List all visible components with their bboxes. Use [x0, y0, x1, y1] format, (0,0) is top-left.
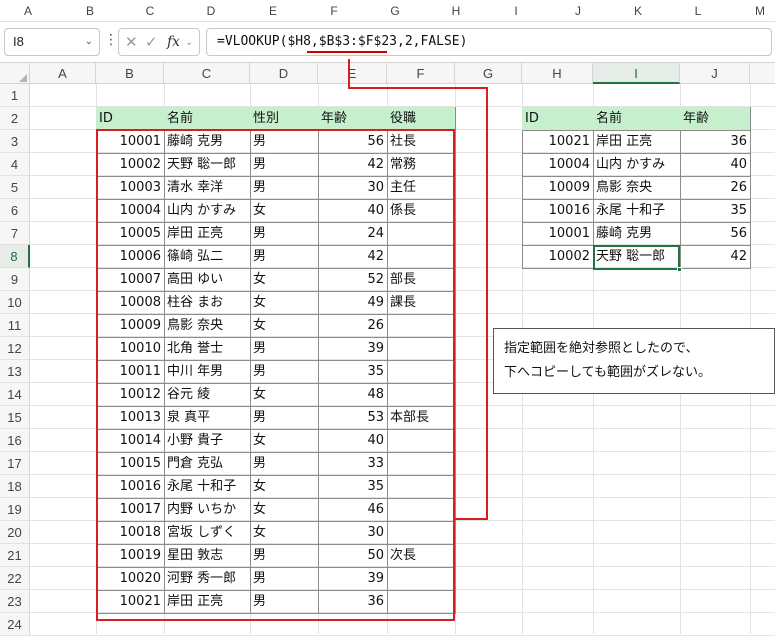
outer-column-letter: D	[206, 4, 216, 18]
table-cell[interactable]: 永尾 十和子	[593, 199, 681, 223]
row-header-9[interactable]: 9	[0, 268, 30, 291]
confirm-icon[interactable]: ✓	[145, 33, 158, 51]
table-cell[interactable]: 42	[680, 245, 751, 269]
table-header-cell[interactable]: ID	[522, 107, 594, 131]
row-header-22[interactable]: 22	[0, 567, 30, 590]
select-all-triangle-icon	[19, 74, 27, 82]
connector-line-up	[348, 59, 350, 89]
table-cell[interactable]: 藤崎 克男	[593, 222, 681, 246]
row-header-4[interactable]: 4	[0, 153, 30, 176]
connector-line-top	[348, 87, 488, 89]
row-header-11[interactable]: 11	[0, 314, 30, 337]
select-all-corner[interactable]	[0, 63, 30, 84]
table-cell[interactable]: 36	[680, 130, 751, 154]
table-header-cell[interactable]: 性別	[250, 107, 319, 131]
name-box[interactable]: I8 ⌄	[4, 28, 100, 56]
outer-column-letter: M	[755, 4, 765, 18]
row-header-23[interactable]: 23	[0, 590, 30, 613]
table-cell[interactable]: 10004	[522, 153, 594, 177]
column-header-B[interactable]: B	[96, 63, 164, 84]
outer-column-letter: I	[514, 4, 518, 18]
column-header-F[interactable]: F	[387, 63, 455, 84]
cancel-icon[interactable]: ✕	[125, 33, 138, 51]
chevron-down-icon[interactable]: ⌄	[85, 29, 93, 55]
outer-column-letter: F	[330, 4, 338, 18]
table-header-cell[interactable]: 年齢	[680, 107, 751, 131]
more-options-icon[interactable]: ⋮	[104, 32, 118, 48]
insert-function-button[interactable]: fx	[167, 34, 180, 50]
row-header-13[interactable]: 13	[0, 360, 30, 383]
fx-chevron-icon[interactable]: ⌄	[185, 37, 193, 48]
row-header-16[interactable]: 16	[0, 429, 30, 452]
column-header-I[interactable]: I	[593, 63, 680, 84]
table-header-cell[interactable]: 名前	[164, 107, 251, 131]
table-cell[interactable]: 10021	[522, 130, 594, 154]
row-header-1[interactable]: 1	[0, 84, 30, 107]
formula-input[interactable]: =VLOOKUP($H8,$B$3:$F$23,2,FALSE)	[206, 28, 772, 56]
row-header-12[interactable]: 12	[0, 337, 30, 360]
formula-range-underline	[307, 51, 387, 53]
outer-column-letter: G	[390, 4, 400, 18]
formula-bar: I8 ⌄ ⋮ ✕ ✓ fx ⌄ =VLOOKUP($H8,$B$3:$F$23,…	[0, 22, 775, 62]
column-header-D[interactable]: D	[250, 63, 318, 84]
table-cell[interactable]: 10009	[522, 176, 594, 200]
table-cell[interactable]: 56	[680, 222, 751, 246]
outer-column-letter: K	[633, 4, 642, 18]
table-cell[interactable]: 10001	[522, 222, 594, 246]
explanation-note: 指定範囲を絶対参照としたので、 下へコピーしても範囲がズレない。	[493, 328, 775, 394]
absolute-range-highlight	[96, 129, 455, 621]
connector-line-right	[486, 87, 488, 520]
note-line-2: 下へコピーしても範囲がズレない。	[504, 365, 711, 380]
connector-line-bottom	[455, 518, 488, 520]
row-header-8[interactable]: 8	[0, 245, 30, 268]
column-header-H[interactable]: H	[522, 63, 593, 84]
column-header-G[interactable]: G	[455, 63, 522, 84]
row-header-10[interactable]: 10	[0, 291, 30, 314]
row-header-20[interactable]: 20	[0, 521, 30, 544]
outer-column-letter: J	[575, 4, 581, 18]
column-header-C[interactable]: C	[164, 63, 250, 84]
row-header-6[interactable]: 6	[0, 199, 30, 222]
column-header-A[interactable]: A	[30, 63, 96, 84]
row-header-5[interactable]: 5	[0, 176, 30, 199]
outer-column-letter: A	[23, 4, 32, 18]
outer-column-letter: E	[268, 4, 277, 18]
outer-column-letter: H	[451, 4, 461, 18]
row-header-3[interactable]: 3	[0, 130, 30, 153]
table-cell[interactable]: 鳥影 奈央	[593, 176, 681, 200]
name-box-value: I8	[13, 34, 24, 49]
table-cell[interactable]: 35	[680, 199, 751, 223]
table-header-cell[interactable]: 役職	[387, 107, 456, 131]
active-cell-border	[593, 245, 680, 270]
table-header-cell[interactable]: 年齢	[318, 107, 388, 131]
table-cell[interactable]: 40	[680, 153, 751, 177]
outer-column-letters: A B C D E F G H I J K L M	[0, 0, 775, 22]
table-cell[interactable]: 山内 かすみ	[593, 153, 681, 177]
row-header-24[interactable]: 24	[0, 613, 30, 636]
table-cell[interactable]: 岸田 正亮	[593, 130, 681, 154]
outer-column-letter: B	[85, 4, 94, 18]
table-cell[interactable]: 10002	[522, 245, 594, 269]
row-header-17[interactable]: 17	[0, 452, 30, 475]
formula-controls: ✕ ✓ fx ⌄	[118, 28, 200, 56]
row-header-15[interactable]: 15	[0, 406, 30, 429]
column-header-E[interactable]: E	[318, 63, 387, 84]
table-header-cell[interactable]: ID	[96, 107, 165, 131]
row-header-21[interactable]: 21	[0, 544, 30, 567]
row-header-2[interactable]: 2	[0, 107, 30, 130]
column-header-J[interactable]: J	[680, 63, 750, 84]
table-cell[interactable]: 10016	[522, 199, 594, 223]
outer-column-letter: L	[694, 4, 702, 18]
row-header-14[interactable]: 14	[0, 383, 30, 406]
row-header-7[interactable]: 7	[0, 222, 30, 245]
row-header-19[interactable]: 19	[0, 498, 30, 521]
column-header-row: ABCDEFGHIJ	[0, 62, 775, 84]
fill-handle[interactable]	[677, 267, 682, 272]
row-header-18[interactable]: 18	[0, 475, 30, 498]
table-header-cell[interactable]: 名前	[593, 107, 681, 131]
outer-column-letter: C	[145, 4, 155, 18]
table-cell[interactable]: 26	[680, 176, 751, 200]
note-line-1: 指定範囲を絶対参照としたので、	[504, 341, 699, 356]
